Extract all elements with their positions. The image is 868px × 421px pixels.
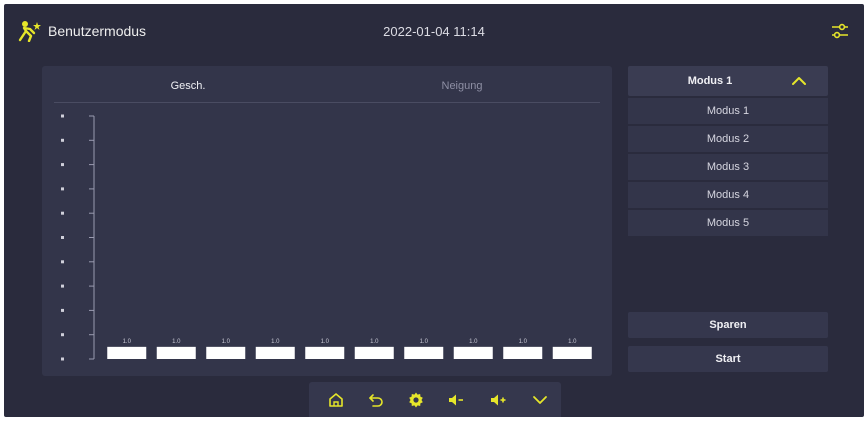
y-tick-marker-1	[61, 333, 64, 337]
sliders-icon[interactable]	[830, 21, 850, 41]
mode-item-5[interactable]: Modus 5	[628, 210, 828, 236]
mode-item-3[interactable]: Modus 3	[628, 154, 828, 180]
bar-2	[156, 346, 196, 359]
y-tick-marker-6	[61, 211, 64, 215]
chevron-down-icon[interactable]	[531, 391, 549, 409]
save-button[interactable]: Sparen	[628, 312, 828, 338]
y-tick-marker-5	[61, 236, 64, 239]
bar-label-2: 1.0	[172, 339, 181, 345]
header: Benutzermodus 2022-01-04 11:14	[4, 4, 864, 56]
y-tick-marker-7	[61, 187, 64, 191]
tab-gesch[interactable]: Gesch.	[128, 80, 248, 92]
volume-down-icon[interactable]	[447, 391, 465, 409]
mode-item-1[interactable]: Modus 1	[628, 98, 828, 124]
speed-bar-chart: 1.0 1.0 1.0 1.0 1.0 1.0 1.0 1.0 1.0 1.0	[61, 114, 592, 361]
start-button[interactable]: Start	[628, 346, 828, 372]
bar-label-3: 1.0	[222, 339, 231, 345]
bar-label-5: 1.0	[321, 339, 330, 345]
bar-label-10: 1.0	[568, 339, 577, 345]
mode-dropdown[interactable]: Modus 1	[628, 66, 828, 96]
y-tick-marker-2	[61, 308, 64, 312]
bottom-toolbar	[309, 382, 561, 417]
chart-panel: Gesch. Neigung 1.0 1.0 1.0 1.0 1.0 1.0 1.0 1.0 1…	[42, 66, 612, 376]
bar-4	[255, 346, 295, 359]
bar-label-7: 1.0	[420, 339, 429, 345]
bar-3	[206, 346, 246, 359]
y-tick-marker-10	[61, 114, 64, 118]
y-tick-marker-0	[61, 357, 64, 361]
mode-list: Modus 1 Modus 2 Modus 3 Modus 4 Modus 5	[628, 98, 828, 238]
y-tick-marker-4	[61, 260, 64, 264]
bar-label-1: 1.0	[123, 339, 132, 345]
bar-5	[305, 346, 345, 359]
bar-label-8: 1.0	[469, 339, 478, 345]
bar-8	[453, 346, 493, 359]
home-icon[interactable]	[327, 391, 345, 409]
datetime: 2022-01-04 11:14	[383, 24, 485, 39]
bar-label-6: 1.0	[370, 339, 379, 345]
back-icon[interactable]	[367, 391, 385, 409]
bar-9	[503, 346, 543, 359]
tab-neigung[interactable]: Neigung	[402, 80, 522, 92]
bar-6	[354, 346, 394, 359]
screen: Benutzermodus 2022-01-04 11:14 Gesch. Ne…	[4, 4, 864, 417]
y-tick-marker-3	[61, 284, 64, 288]
chevron-up-icon	[792, 77, 806, 85]
tab-divider	[54, 102, 600, 103]
bar-7	[404, 346, 444, 359]
gear-icon[interactable]	[407, 391, 425, 409]
y-tick-marker-9	[61, 138, 64, 142]
mode-selected-label: Modus 1	[687, 75, 733, 87]
y-tick-marker-8	[61, 163, 64, 167]
bar-label-4: 1.0	[271, 339, 280, 345]
bar-label-9: 1.0	[519, 339, 528, 345]
volume-up-icon[interactable]	[489, 391, 507, 409]
bar-1	[107, 346, 147, 359]
mode-item-4[interactable]: Modus 4	[628, 182, 828, 208]
bar-10	[552, 346, 592, 359]
mode-item-2[interactable]: Modus 2	[628, 126, 828, 152]
